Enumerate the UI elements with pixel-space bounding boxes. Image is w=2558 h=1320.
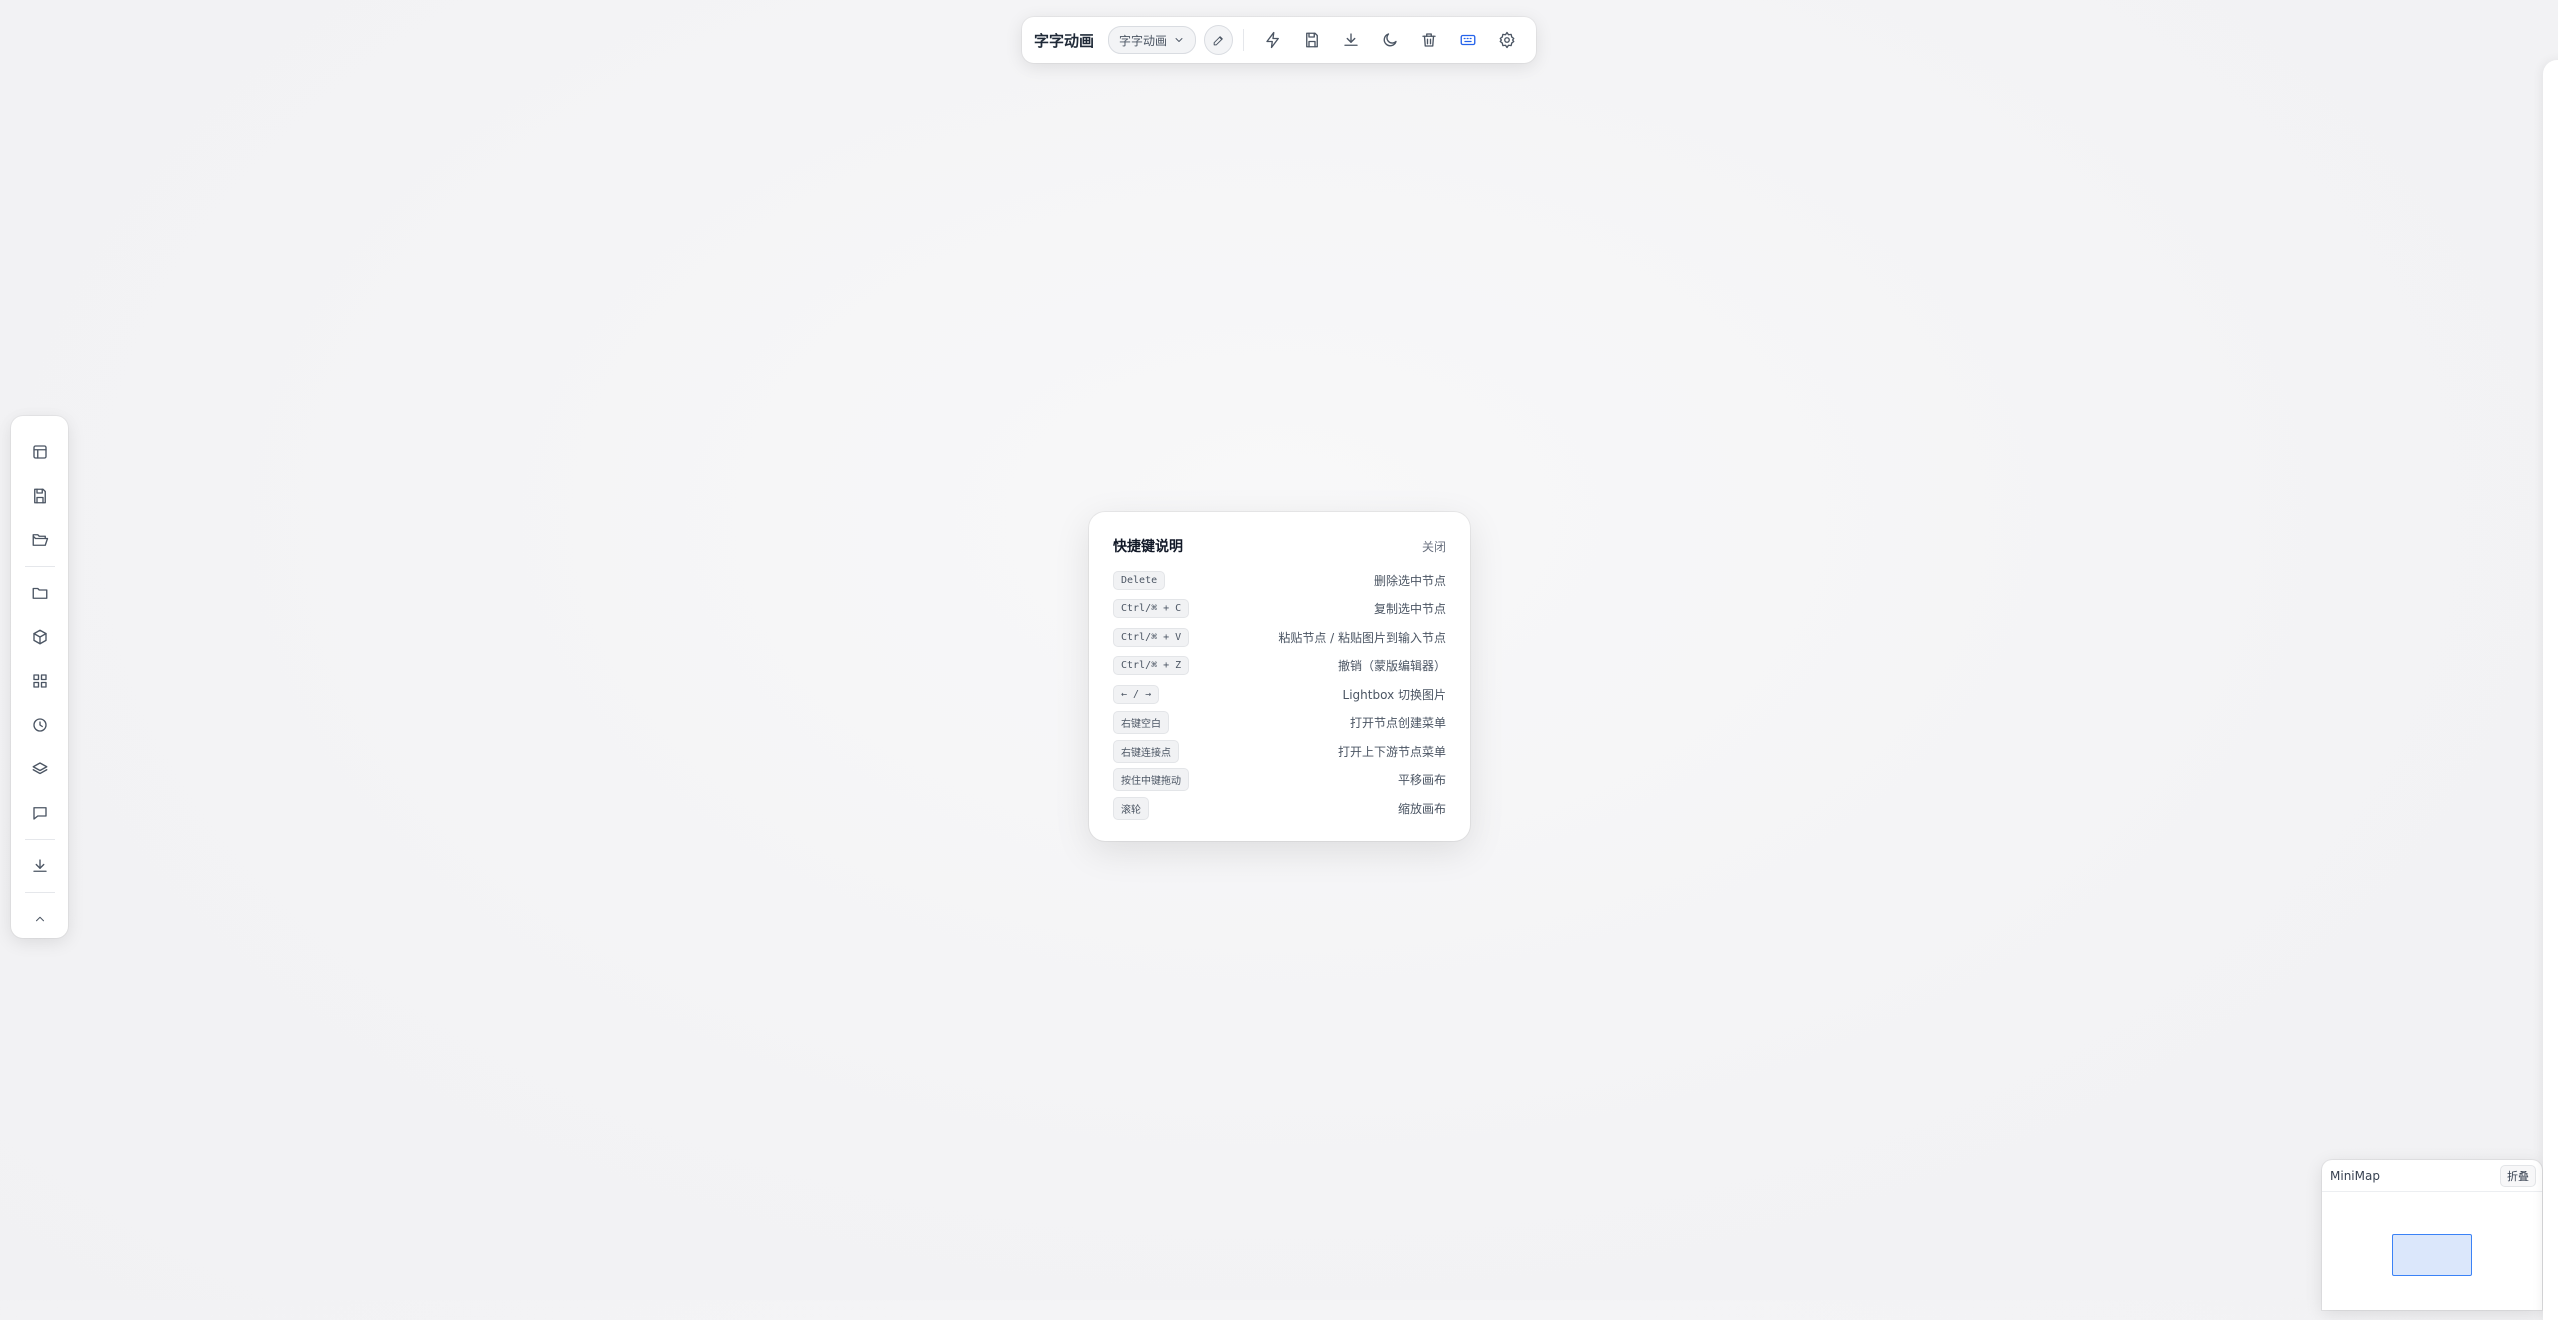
moon-icon bbox=[1383, 33, 1397, 47]
sidebar-open-button[interactable] bbox=[11, 518, 68, 562]
left-sidebar bbox=[11, 416, 68, 938]
shortcut-key: Ctrl/⌘ + Z bbox=[1113, 656, 1190, 676]
sidebar-divider bbox=[24, 839, 55, 840]
save-icon bbox=[33, 488, 46, 504]
shortcut-description: 复制选中节点 bbox=[1373, 602, 1446, 617]
minimap-title: MiniMap bbox=[2330, 1168, 2380, 1183]
shortcuts-button[interactable] bbox=[1452, 23, 1485, 57]
sidebar-history-button[interactable] bbox=[11, 703, 68, 747]
folder-icon bbox=[32, 587, 47, 599]
shortcut-description: Lightbox 切换图片 bbox=[1342, 687, 1446, 702]
sidebar-comments-button[interactable] bbox=[11, 791, 68, 835]
sidebar-download-button[interactable] bbox=[11, 844, 68, 888]
export-button[interactable] bbox=[1334, 23, 1367, 57]
shortcut-row: Ctrl/⌘ + C 复制选中节点 bbox=[1113, 595, 1446, 624]
grid-icon bbox=[32, 674, 47, 688]
shortcut-row: Ctrl/⌘ + Z 撤销（蒙版编辑器） bbox=[1113, 652, 1446, 681]
close-button[interactable]: 关闭 bbox=[1422, 538, 1446, 555]
shortcuts-dialog: 快捷键说明 关闭 Delete 删除选中节点 Ctrl/⌘ + C 复制选中节点 C… bbox=[1089, 512, 1470, 841]
shortcuts-dialog-header: 快捷键说明 关闭 bbox=[1113, 532, 1446, 560]
trash-icon bbox=[1422, 33, 1436, 47]
minimap-header: MiniMap 折叠 bbox=[2322, 1160, 2542, 1192]
pencil-icon bbox=[1213, 35, 1223, 45]
shortcut-description: 打开节点创建菜单 bbox=[1349, 716, 1446, 731]
shortcut-description: 删除选中节点 bbox=[1373, 573, 1446, 588]
project-select-label: 字字动画 bbox=[1119, 33, 1168, 48]
settings-button[interactable] bbox=[1491, 23, 1524, 57]
shortcut-row: ← / → Lightbox 切换图片 bbox=[1113, 680, 1446, 709]
top-toolbar: 字字动画 字字动画 bbox=[1022, 17, 1536, 63]
layout-icon bbox=[32, 445, 47, 459]
sidebar-nodes-button[interactable] bbox=[11, 659, 68, 703]
shortcut-key: Ctrl/⌘ + V bbox=[1113, 627, 1190, 647]
sidebar-templates-button[interactable] bbox=[11, 430, 68, 474]
download-icon bbox=[1344, 33, 1358, 46]
lightning-icon bbox=[1266, 31, 1279, 49]
minimap[interactable]: MiniMap 折叠 bbox=[2322, 1160, 2542, 1310]
right-side-panel bbox=[2543, 60, 2558, 1320]
sidebar-models-button[interactable] bbox=[11, 615, 68, 659]
theme-toggle-button[interactable] bbox=[1374, 23, 1407, 57]
minimap-viewport[interactable] bbox=[2392, 1234, 2472, 1276]
shortcut-description: 粘贴节点 / 粘贴图片到输入节点 bbox=[1278, 630, 1446, 645]
save-icon bbox=[1305, 32, 1318, 48]
layers-icon bbox=[32, 762, 47, 775]
shortcut-key: ← / → bbox=[1113, 684, 1160, 704]
folder-open-icon bbox=[32, 534, 48, 546]
project-select[interactable]: 字字动画 bbox=[1108, 26, 1197, 54]
sidebar-collapse-button[interactable] bbox=[11, 897, 68, 941]
shortcut-row: 按住中键拖动 平移画布 bbox=[1113, 766, 1446, 795]
shortcut-row: 右键空白 打开节点创建菜单 bbox=[1113, 709, 1446, 738]
shortcut-key: Delete bbox=[1113, 570, 1166, 590]
app-title: 字字动画 bbox=[1034, 31, 1095, 50]
shortcut-row: Ctrl/⌘ + V 粘贴节点 / 粘贴图片到输入节点 bbox=[1113, 623, 1446, 652]
cube-icon bbox=[32, 629, 47, 645]
sidebar-divider bbox=[24, 566, 55, 567]
shortcut-key: 滚轮 bbox=[1113, 796, 1149, 820]
save-button[interactable] bbox=[1295, 23, 1328, 57]
shortcut-description: 平移画布 bbox=[1397, 773, 1446, 788]
shortcut-description: 打开上下游节点菜单 bbox=[1337, 744, 1446, 759]
chevron-up-icon bbox=[35, 916, 44, 922]
download-icon bbox=[32, 859, 47, 872]
shortcuts-dialog-title: 快捷键说明 bbox=[1113, 539, 1183, 555]
shortcut-description: 撤销（蒙版编辑器） bbox=[1337, 659, 1446, 674]
sidebar-divider bbox=[24, 892, 55, 893]
shortcut-description: 缩放画布 bbox=[1397, 801, 1446, 816]
clear-button[interactable] bbox=[1413, 23, 1446, 57]
shortcut-list: Delete 删除选中节点 Ctrl/⌘ + C 复制选中节点 Ctrl/⌘ + V… bbox=[1113, 566, 1446, 823]
shortcut-key: 右键空白 bbox=[1113, 711, 1169, 735]
run-button[interactable] bbox=[1256, 23, 1289, 57]
shortcut-row: 右键连接点 打开上下游节点菜单 bbox=[1113, 737, 1446, 766]
gear-icon bbox=[1500, 31, 1515, 49]
clock-icon bbox=[32, 718, 47, 732]
comment-icon bbox=[32, 807, 47, 820]
shortcut-key: Ctrl/⌘ + C bbox=[1113, 599, 1190, 619]
keyboard-icon bbox=[1460, 34, 1476, 46]
minimap-collapse-button[interactable]: 折叠 bbox=[2500, 1164, 2536, 1187]
sidebar-layers-button[interactable] bbox=[11, 747, 68, 791]
chevron-down-icon bbox=[1175, 38, 1183, 42]
shortcut-row: Delete 删除选中节点 bbox=[1113, 566, 1446, 595]
sidebar-assets-button[interactable] bbox=[11, 571, 68, 615]
rename-button[interactable] bbox=[1204, 25, 1234, 55]
toolbar-divider bbox=[1243, 29, 1245, 51]
shortcut-key: 按住中键拖动 bbox=[1113, 768, 1189, 792]
sidebar-save-button[interactable] bbox=[11, 474, 68, 518]
shortcut-key: 右键连接点 bbox=[1113, 739, 1179, 763]
shortcut-row: 滚轮 缩放画布 bbox=[1113, 794, 1446, 823]
